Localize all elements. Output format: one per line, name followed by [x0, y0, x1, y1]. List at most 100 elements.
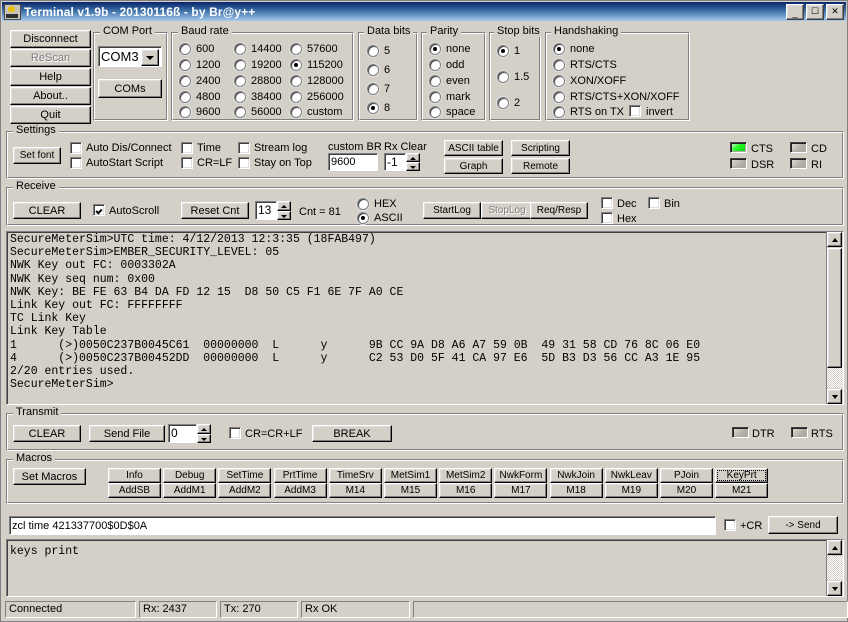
data-bits-radio-8[interactable] — [367, 102, 379, 114]
req-resp-button[interactable]: Req/Resp — [530, 202, 588, 219]
macro-button-m14[interactable]: M14 — [328, 483, 382, 498]
send-history-area[interactable]: keys print — [6, 539, 844, 597]
set-font-button[interactable]: Set font — [13, 147, 61, 164]
parity-radio-space[interactable] — [429, 106, 441, 118]
receive-clear-button[interactable]: CLEAR — [13, 202, 81, 219]
scroll-down-icon[interactable] — [827, 389, 842, 404]
maximize-button[interactable]: ☐ — [806, 3, 824, 20]
handshaking-radio-none[interactable] — [553, 43, 565, 55]
baud-radio-38400[interactable] — [234, 91, 246, 103]
help-button[interactable]: Help — [10, 68, 91, 86]
rx-clear-stepper[interactable]: -1 — [384, 153, 420, 171]
terminal-scrollbar[interactable] — [826, 232, 843, 404]
receive-cnt-up-icon[interactable] — [277, 201, 291, 211]
macro-button-timesrv[interactable]: TimeSrv — [328, 468, 382, 483]
macro-button-nwkform[interactable]: NwkForm — [494, 468, 548, 483]
baud-radio-9600[interactable] — [179, 106, 191, 118]
macro-button-m16[interactable]: M16 — [439, 483, 493, 498]
rescan-button[interactable]: ReScan — [10, 49, 91, 67]
receive-cnt-down-icon[interactable] — [277, 210, 291, 220]
transmit-delay-up-icon[interactable] — [197, 424, 211, 434]
macro-button-settime[interactable]: SetTime — [218, 468, 272, 483]
invert-checkbox[interactable] — [629, 105, 641, 117]
custom-br-input[interactable]: 9600 — [328, 153, 378, 171]
receive-cnt-value[interactable]: 13 — [255, 201, 277, 220]
macro-button-m21[interactable]: M21 — [715, 483, 769, 498]
stop-bits-radio-2[interactable] — [497, 97, 509, 109]
parity-radio-odd[interactable] — [429, 59, 441, 71]
macro-button-addsb[interactable]: AddSB — [108, 483, 161, 498]
minimize-button[interactable]: _ — [786, 3, 804, 20]
transmit-clear-button[interactable]: CLEAR — [13, 425, 81, 442]
stream-log-checkbox[interactable] — [238, 142, 250, 154]
handshaking-radio-xon-xoff[interactable] — [553, 75, 565, 87]
time-checkbox[interactable] — [181, 142, 193, 154]
scroll-up-icon[interactable] — [827, 232, 842, 247]
macro-button-nwkleav[interactable]: NwkLeav — [604, 468, 658, 483]
graph-button[interactable]: Graph — [444, 158, 503, 174]
macro-button-prttime[interactable]: PrtTime — [273, 468, 327, 483]
terminal-output[interactable]: SecureMeterSim>UTC time: 4/12/2013 12:3:… — [6, 231, 844, 405]
baud-radio-256000[interactable] — [290, 91, 302, 103]
set-macros-button[interactable]: Set Macros — [13, 468, 86, 485]
baud-radio-128000[interactable] — [290, 75, 302, 87]
quit-button[interactable]: Quit — [10, 106, 91, 124]
send-button[interactable]: -> Send — [768, 516, 838, 534]
stop-bits-radio-15[interactable] — [497, 71, 509, 83]
stop-bits-radio-1[interactable] — [497, 45, 509, 57]
send-history-scrollbar-track[interactable] — [827, 556, 843, 580]
data-bits-radio-7[interactable] — [367, 83, 379, 95]
send-file-button[interactable]: Send File — [89, 425, 165, 442]
handshaking-radio-rts-on-tx[interactable] — [553, 106, 565, 118]
remote-button[interactable]: Remote — [511, 158, 570, 174]
parity-radio-none[interactable] — [429, 43, 441, 55]
macro-button-debug[interactable]: Debug — [163, 468, 217, 483]
stay-on-top-checkbox[interactable] — [238, 157, 250, 169]
baud-radio-57600[interactable] — [290, 43, 302, 55]
transmit-delay-down-icon[interactable] — [197, 433, 211, 443]
break-button[interactable]: BREAK — [312, 425, 392, 442]
send-input[interactable]: zcl time 421337700$0D$0A — [9, 516, 716, 535]
macro-button-pjoin[interactable]: PJoin — [660, 468, 713, 483]
macro-button-keyprt[interactable]: KeyPrt — [715, 468, 769, 483]
cr-eq-cr-lf-checkbox[interactable] — [229, 427, 241, 439]
rx-clear-up-icon[interactable] — [406, 153, 420, 162]
history-scroll-up-icon[interactable] — [827, 540, 842, 555]
baud-radio-28800[interactable] — [234, 75, 246, 87]
macro-button-addm2[interactable]: AddM2 — [218, 483, 272, 498]
baud-radio-19200[interactable] — [234, 59, 246, 71]
transmit-delay-value[interactable]: 0 — [168, 424, 197, 443]
transmit-delay-stepper[interactable]: 0 — [168, 424, 211, 443]
macro-button-m18[interactable]: M18 — [549, 483, 603, 498]
macro-button-nwkjoin[interactable]: NwkJoin — [549, 468, 603, 483]
macro-button-info[interactable]: Info — [108, 468, 161, 483]
disconnect-button[interactable]: Disconnect — [10, 30, 91, 48]
com-port-select[interactable]: COM3 — [98, 46, 162, 67]
baud-radio-600[interactable] — [179, 43, 191, 55]
handshaking-radio-rts-cts[interactable] — [553, 59, 565, 71]
history-scroll-down-icon[interactable] — [827, 581, 842, 596]
macro-button-addm3[interactable]: AddM3 — [273, 483, 327, 498]
macro-button-metsim1[interactable]: MetSim1 — [384, 468, 437, 483]
auto-dis-connect-checkbox[interactable] — [70, 142, 82, 154]
macro-button-m20[interactable]: M20 — [660, 483, 713, 498]
baud-radio-2400[interactable] — [179, 75, 191, 87]
about-button[interactable]: About.. — [10, 87, 91, 105]
chevron-down-icon[interactable] — [141, 49, 159, 66]
rx-clear-value[interactable]: -1 — [384, 153, 406, 171]
terminal-scrollbar-thumb[interactable] — [827, 248, 842, 368]
baud-radio-1200[interactable] — [179, 59, 191, 71]
coms-button[interactable]: COMs — [98, 79, 162, 98]
reset-cnt-button[interactable]: Reset Cnt — [181, 202, 249, 219]
send-history-scrollbar[interactable] — [826, 540, 843, 596]
autostart-script-checkbox[interactable] — [70, 157, 82, 169]
bin-checkbox[interactable] — [648, 197, 660, 209]
macro-button-m15[interactable]: M15 — [384, 483, 437, 498]
data-bits-radio-6[interactable] — [367, 64, 379, 76]
macro-button-metsim2[interactable]: MetSim2 — [439, 468, 493, 483]
plus-cr-checkbox[interactable] — [724, 519, 736, 531]
baud-radio-14400[interactable] — [234, 43, 246, 55]
macro-button-m17[interactable]: M17 — [494, 483, 548, 498]
macro-button-addm1[interactable]: AddM1 — [163, 483, 217, 498]
startlog-button[interactable]: StartLog — [423, 202, 481, 219]
